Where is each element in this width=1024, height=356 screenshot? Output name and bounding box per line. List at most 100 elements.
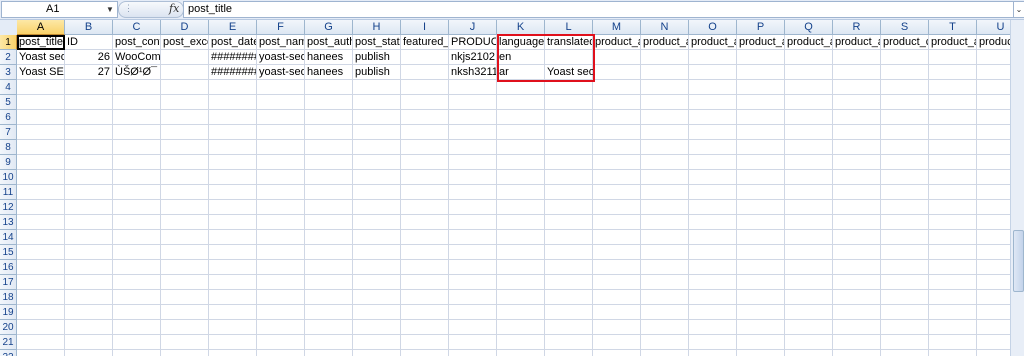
column-header-D[interactable]: D <box>161 20 209 35</box>
cell-O5[interactable] <box>689 95 737 110</box>
cell-U19[interactable] <box>977 305 1010 320</box>
cell-K12[interactable] <box>497 200 545 215</box>
cell-P10[interactable] <box>737 170 785 185</box>
cell-Q9[interactable] <box>785 155 833 170</box>
cell-D22[interactable] <box>161 350 209 356</box>
cell-S8[interactable] <box>881 140 929 155</box>
cell-Q19[interactable] <box>785 305 833 320</box>
cell-O22[interactable] <box>689 350 737 356</box>
cell-G6[interactable] <box>305 110 353 125</box>
row-header-11[interactable]: 11 <box>0 185 17 200</box>
cell-U17[interactable] <box>977 275 1010 290</box>
cell-M8[interactable] <box>593 140 641 155</box>
cell-N8[interactable] <box>641 140 689 155</box>
cell-T1[interactable]: product_a <box>929 35 977 50</box>
cell-Q3[interactable] <box>785 65 833 80</box>
cell-E21[interactable] <box>209 335 257 350</box>
cell-R8[interactable] <box>833 140 881 155</box>
cell-K6[interactable] <box>497 110 545 125</box>
cell-C5[interactable] <box>113 95 161 110</box>
cell-B13[interactable] <box>65 215 113 230</box>
cell-I8[interactable] <box>401 140 449 155</box>
cell-R22[interactable] <box>833 350 881 356</box>
cell-J22[interactable] <box>449 350 497 356</box>
cell-E20[interactable] <box>209 320 257 335</box>
cell-S18[interactable] <box>881 290 929 305</box>
cell-S16[interactable] <box>881 260 929 275</box>
cell-R21[interactable] <box>833 335 881 350</box>
cell-J18[interactable] <box>449 290 497 305</box>
cell-C9[interactable] <box>113 155 161 170</box>
cell-H4[interactable] <box>353 80 401 95</box>
cell-A10[interactable] <box>17 170 65 185</box>
cell-Q10[interactable] <box>785 170 833 185</box>
cell-B19[interactable] <box>65 305 113 320</box>
cell-T20[interactable] <box>929 320 977 335</box>
cell-R2[interactable] <box>833 50 881 65</box>
cell-O21[interactable] <box>689 335 737 350</box>
cell-B20[interactable] <box>65 320 113 335</box>
cell-T21[interactable] <box>929 335 977 350</box>
cell-N14[interactable] <box>641 230 689 245</box>
cell-T11[interactable] <box>929 185 977 200</box>
cell-B11[interactable] <box>65 185 113 200</box>
cell-E8[interactable] <box>209 140 257 155</box>
cell-R3[interactable] <box>833 65 881 80</box>
cell-D16[interactable] <box>161 260 209 275</box>
cell-O12[interactable] <box>689 200 737 215</box>
cell-U20[interactable] <box>977 320 1010 335</box>
cell-F14[interactable] <box>257 230 305 245</box>
row-header-12[interactable]: 12 <box>0 200 17 215</box>
cell-C2[interactable]: WooCom <box>113 50 161 65</box>
cell-T19[interactable] <box>929 305 977 320</box>
column-header-R[interactable]: R <box>833 20 881 35</box>
cell-K11[interactable] <box>497 185 545 200</box>
cell-D6[interactable] <box>161 110 209 125</box>
cell-P12[interactable] <box>737 200 785 215</box>
cell-M5[interactable] <box>593 95 641 110</box>
cell-I11[interactable] <box>401 185 449 200</box>
cell-M19[interactable] <box>593 305 641 320</box>
cell-K17[interactable] <box>497 275 545 290</box>
cell-M3[interactable] <box>593 65 641 80</box>
cell-D8[interactable] <box>161 140 209 155</box>
cell-P2[interactable] <box>737 50 785 65</box>
cell-D21[interactable] <box>161 335 209 350</box>
cell-C21[interactable] <box>113 335 161 350</box>
cell-K15[interactable] <box>497 245 545 260</box>
row-header-22[interactable]: 22 <box>0 350 17 356</box>
cell-N15[interactable] <box>641 245 689 260</box>
cell-H16[interactable] <box>353 260 401 275</box>
cell-B10[interactable] <box>65 170 113 185</box>
cell-K18[interactable] <box>497 290 545 305</box>
column-header-G[interactable]: G <box>305 20 353 35</box>
cell-T9[interactable] <box>929 155 977 170</box>
cell-P13[interactable] <box>737 215 785 230</box>
column-header-A[interactable]: A <box>17 20 65 35</box>
cell-H18[interactable] <box>353 290 401 305</box>
cell-O7[interactable] <box>689 125 737 140</box>
cell-K16[interactable] <box>497 260 545 275</box>
cell-U5[interactable] <box>977 95 1010 110</box>
cell-R13[interactable] <box>833 215 881 230</box>
cell-D11[interactable] <box>161 185 209 200</box>
cell-G7[interactable] <box>305 125 353 140</box>
row-header-5[interactable]: 5 <box>0 95 17 110</box>
column-header-T[interactable]: T <box>929 20 977 35</box>
row-header-20[interactable]: 20 <box>0 320 17 335</box>
cell-S4[interactable] <box>881 80 929 95</box>
cell-C10[interactable] <box>113 170 161 185</box>
cell-Q4[interactable] <box>785 80 833 95</box>
cell-Q11[interactable] <box>785 185 833 200</box>
cell-O17[interactable] <box>689 275 737 290</box>
cell-R18[interactable] <box>833 290 881 305</box>
cell-T22[interactable] <box>929 350 977 356</box>
column-header-I[interactable]: I <box>401 20 449 35</box>
cell-A13[interactable] <box>17 215 65 230</box>
cell-C12[interactable] <box>113 200 161 215</box>
cell-R6[interactable] <box>833 110 881 125</box>
cell-T4[interactable] <box>929 80 977 95</box>
cell-D5[interactable] <box>161 95 209 110</box>
cell-O20[interactable] <box>689 320 737 335</box>
cell-G9[interactable] <box>305 155 353 170</box>
